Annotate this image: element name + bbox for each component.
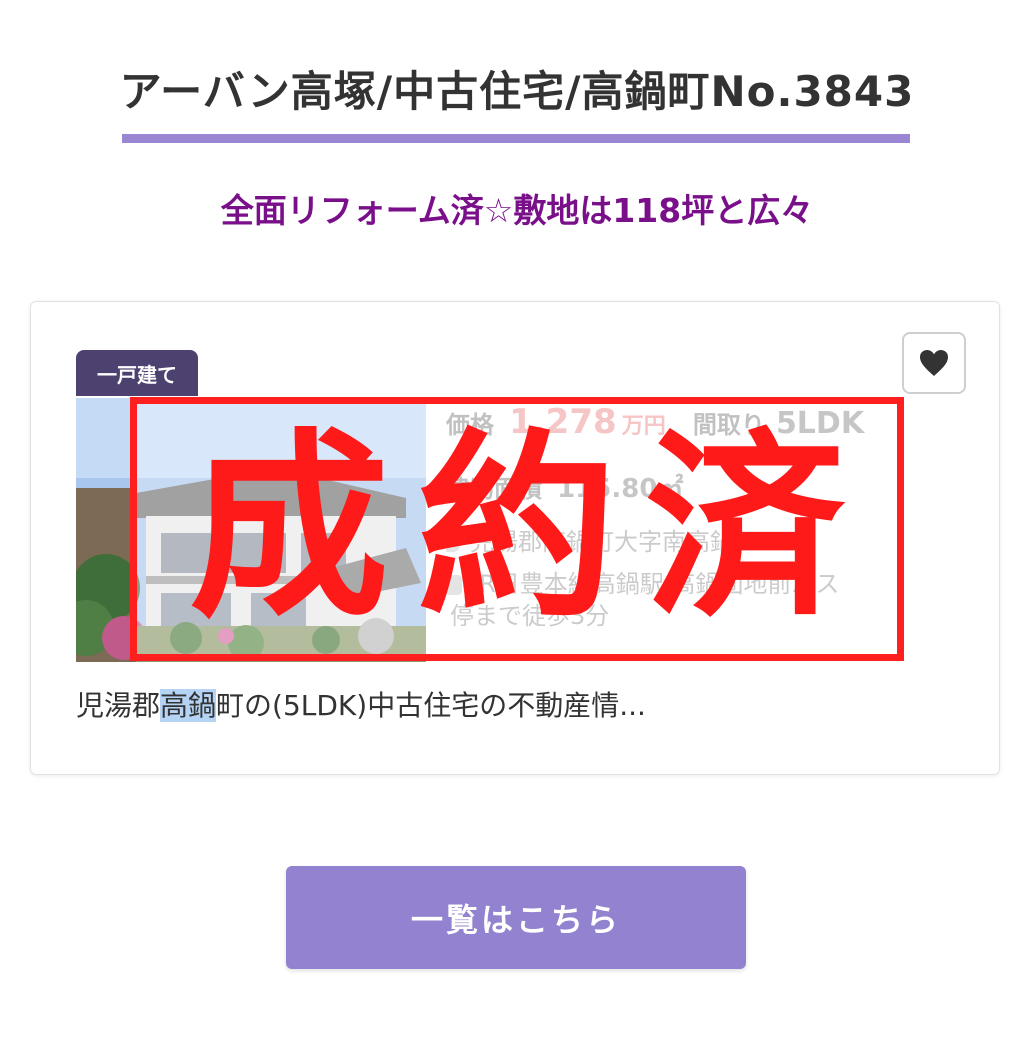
property-description[interactable]: 児湯郡高鍋町の(5LDK)中古住宅の不動産情... [76, 684, 646, 724]
catchcopy: 全面リフォーム済☆敷地は118坪と広々 [220, 191, 814, 230]
sold-stamp: 成約済 [130, 397, 904, 661]
description-pre: 児湯郡 [76, 689, 161, 722]
heart-icon [920, 350, 948, 376]
description-highlight: 高鍋 [160, 689, 217, 722]
sold-stamp-text: 成約済 [188, 412, 873, 645]
favorite-button[interactable] [902, 332, 966, 394]
title-underline [122, 134, 910, 143]
listing-page: アーバン高塚/中古住宅/高鍋町No.3843 全面リフォーム済☆敷地は118坪と… [0, 0, 1034, 1060]
description-post: 町の(5LDK)中古住宅の不動産情... [216, 689, 646, 722]
page-title: アーバン高塚/中古住宅/高鍋町No.3843 [119, 67, 915, 116]
view-list-button[interactable]: 一覧はこちら [286, 866, 746, 969]
category-badge: 一戸建て [76, 350, 198, 396]
